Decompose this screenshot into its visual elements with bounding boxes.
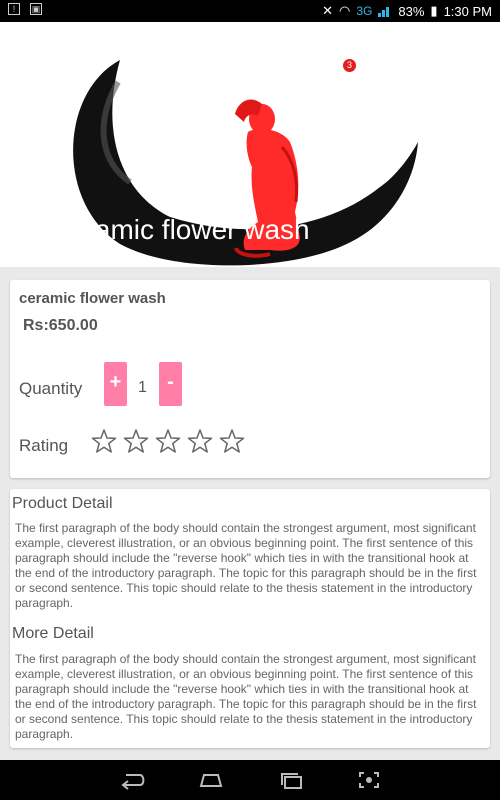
product-detail-text: The first paragraph of the body should c… (15, 521, 477, 610)
more-detail-text: The first paragraph of the body should c… (15, 652, 477, 741)
star-outline-icon[interactable] (155, 428, 181, 454)
more-detail-heading: More Detail (12, 625, 94, 642)
star-outline-icon[interactable] (219, 428, 245, 454)
home-icon[interactable] (196, 769, 226, 791)
screenshot-icon[interactable] (356, 769, 382, 791)
rating-label: Rating (19, 436, 69, 455)
navigation-bar (0, 760, 500, 800)
network-type: 3G (356, 4, 373, 18)
product-name: ceramic flower wash (19, 290, 166, 307)
cart-badge[interactable]: 3 (343, 59, 356, 72)
battery-icon: ▮ (430, 3, 438, 18)
wifi-icon: ◠ (339, 3, 351, 18)
status-bar: ! ▣ ✕ ◠ 3G 83% ▮ 1:30 PM (0, 0, 500, 22)
product-detail-heading: Product Detail (12, 495, 113, 512)
product-price: Rs:650.00 (23, 317, 98, 334)
battery-percent: 83% (398, 3, 425, 19)
increase-quantity-button[interactable]: + (104, 362, 127, 406)
quantity-label: Quantity (19, 379, 83, 398)
hero-title: ceramic flower wash (56, 214, 310, 245)
notification-icon: ! (8, 3, 20, 15)
back-icon[interactable] (118, 769, 148, 791)
star-outline-icon[interactable] (91, 428, 117, 454)
details-card: Product Detail The first paragraph of th… (10, 489, 490, 748)
rating-stars[interactable] (91, 428, 245, 454)
silent-icon: ✕ (322, 3, 334, 18)
image-notification-icon: ▣ (30, 3, 42, 15)
star-outline-icon[interactable] (187, 428, 213, 454)
clock: 1:30 PM (443, 3, 492, 19)
product-image[interactable]: ceramic flower wash 3 (0, 22, 500, 267)
quantity-value: 1 (138, 379, 147, 396)
product-card: ceramic flower wash Rs:650.00 Quantity +… (10, 280, 490, 478)
decrease-quantity-button[interactable]: - (159, 362, 182, 406)
signal-icon (378, 5, 392, 17)
star-outline-icon[interactable] (123, 428, 149, 454)
recent-apps-icon[interactable] (277, 769, 307, 791)
